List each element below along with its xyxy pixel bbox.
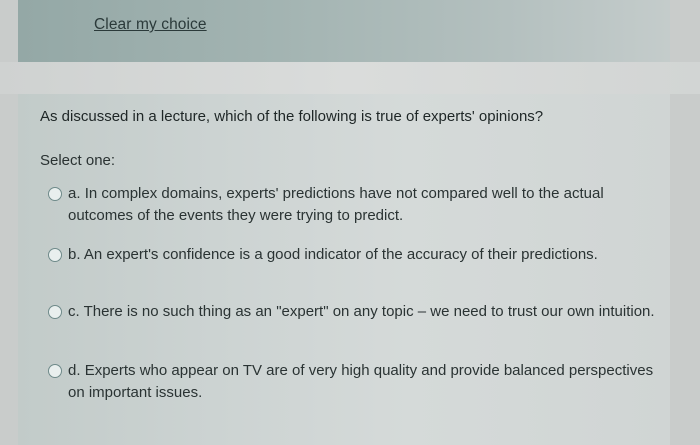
option-b-label: b. An expert's confidence is a good indi…	[68, 244, 598, 266]
option-d-label: d. Experts who appear on TV are of very …	[68, 360, 658, 404]
option-a-text: In complex domains, experts' predictions…	[68, 185, 604, 224]
clear-my-choice-link[interactable]: Clear my choice	[94, 16, 207, 34]
option-b-text: An expert's confidence is a good indicat…	[83, 246, 598, 263]
answer-option-d[interactable]: d. Experts who appear on TV are of very …	[48, 360, 658, 404]
radio-button-c[interactable]	[48, 305, 62, 319]
panel-separator	[0, 62, 700, 94]
clear-choice-panel: Clear my choice	[18, 0, 670, 62]
option-d-text: Experts who appear on TV are of very hig…	[68, 362, 654, 401]
option-a-label: a. In complex domains, experts' predicti…	[68, 183, 658, 227]
option-c-text: There is no such thing as an "expert" on…	[83, 303, 655, 320]
radio-button-d[interactable]	[48, 364, 62, 378]
question-text: As discussed in a lecture, which of the …	[40, 108, 544, 125]
radio-button-a[interactable]	[48, 187, 62, 201]
radio-button-b[interactable]	[48, 248, 62, 262]
option-d-letter: d.	[68, 362, 81, 379]
option-b-letter: b.	[68, 246, 81, 263]
answer-option-c[interactable]: c. There is no such thing as an "expert"…	[48, 301, 658, 323]
answer-option-b[interactable]: b. An expert's confidence is a good indi…	[48, 244, 658, 266]
answer-option-a[interactable]: a. In complex domains, experts' predicti…	[48, 183, 658, 227]
option-a-letter: a.	[68, 185, 81, 202]
option-c-label: c. There is no such thing as an "expert"…	[68, 301, 655, 323]
option-c-letter: c.	[68, 303, 80, 320]
select-one-label: Select one:	[40, 152, 116, 169]
question-panel: As discussed in a lecture, which of the …	[18, 94, 670, 445]
